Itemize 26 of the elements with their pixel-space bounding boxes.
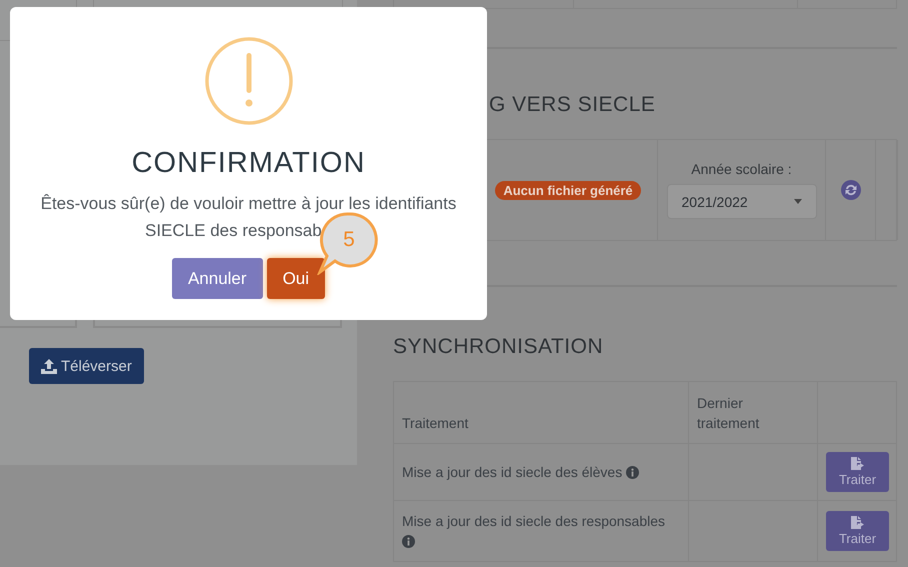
dialog-message: Êtes-vous sûr(e) de vouloir mettre à jour les identifiants xyxy=(40,193,456,215)
info-icon xyxy=(402,535,415,548)
process-button[interactable]: Traiter xyxy=(826,511,889,551)
process-button[interactable]: Traiter xyxy=(826,452,889,492)
column-header: Traitement xyxy=(402,415,468,431)
row-label: Mise a jour des id siecle des responsables xyxy=(402,513,666,529)
file-export-icon xyxy=(850,457,864,470)
section-title: SYNCHRONISATION xyxy=(393,335,604,358)
warning-icon xyxy=(204,37,292,125)
caret-icon xyxy=(794,199,802,204)
refresh-icon[interactable] xyxy=(840,180,860,200)
step-number: 5 xyxy=(342,228,356,252)
dialog-title: CONFIRMATION xyxy=(132,147,366,179)
file-export-icon xyxy=(850,516,864,529)
field-label: Année scolaire : xyxy=(691,161,792,177)
section-title: G VERS SIECLE xyxy=(489,93,656,116)
confirm-button[interactable]: Oui xyxy=(266,258,326,299)
status-badge: Aucun fichier généré xyxy=(495,180,641,200)
year-select[interactable]: 2021/2022 xyxy=(666,184,816,219)
column-header: Dernier traitement xyxy=(697,395,760,431)
dialog-message: SIECLE des responsab xyxy=(145,220,322,242)
row-label: Mise a jour des id siecle des élèves xyxy=(402,464,624,480)
upload-icon xyxy=(41,358,57,374)
info-icon xyxy=(626,466,640,479)
upload-button[interactable]: Téléverser xyxy=(29,348,144,384)
cancel-button[interactable]: Annuler xyxy=(172,258,263,299)
